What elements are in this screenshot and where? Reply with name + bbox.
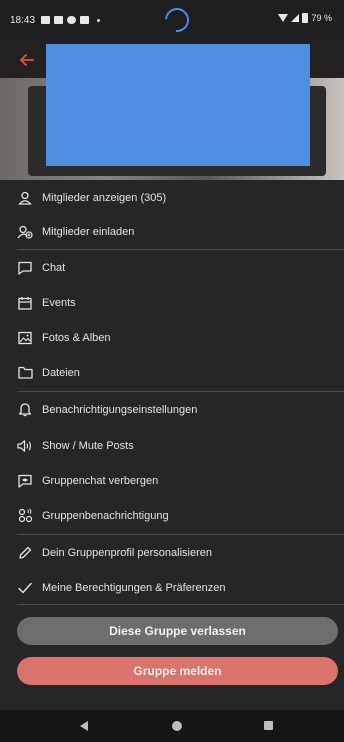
person-icon bbox=[17, 190, 33, 206]
report-group-button[interactable]: Gruppe melden bbox=[17, 657, 338, 685]
chat-icon bbox=[17, 260, 33, 276]
divider bbox=[17, 604, 344, 605]
check-icon bbox=[17, 580, 33, 596]
battery-percent: 79 % bbox=[311, 13, 332, 23]
nav-recents-icon[interactable] bbox=[264, 721, 273, 730]
news-icon bbox=[54, 16, 64, 24]
group-options-sheet: Mitglieder anzeigen (305) Mitglieder ein… bbox=[0, 180, 344, 710]
menu-item-label: Events bbox=[42, 296, 76, 309]
leave-group-button[interactable]: Diese Gruppe verlassen bbox=[17, 617, 338, 645]
nav-home-icon[interactable] bbox=[172, 721, 182, 731]
menu-item-label: Meine Berechtigungen & Präferenzen bbox=[42, 581, 226, 594]
car-icon bbox=[41, 16, 51, 24]
menu-item-personalize-profile[interactable]: Dein Gruppenprofil personalisieren bbox=[0, 535, 344, 570]
battery-icon bbox=[302, 13, 309, 23]
pencil-icon bbox=[17, 545, 33, 561]
loading-spinner-icon bbox=[160, 3, 194, 37]
folder-icon bbox=[17, 365, 33, 381]
menu-item-group-notification[interactable]: Gruppenbenachrichtigung bbox=[0, 498, 344, 533]
signal-icon bbox=[291, 14, 300, 22]
bell-icon bbox=[17, 402, 33, 418]
status-bar: 18:43 79 % bbox=[0, 0, 344, 40]
menu-item-notification-settings[interactable]: Benachrichtigungseinstellungen bbox=[0, 392, 344, 427]
menu-item-label: Dein Gruppenprofil personalisieren bbox=[42, 546, 212, 559]
menu-item-label: Mitglieder einladen bbox=[42, 225, 135, 238]
nav-back-icon[interactable] bbox=[80, 721, 88, 731]
add-person-icon bbox=[17, 224, 33, 240]
menu-item-label: Benachrichtigungseinstellungen bbox=[42, 403, 198, 416]
back-button[interactable] bbox=[17, 50, 37, 70]
menu-item-show-members[interactable]: Mitglieder anzeigen (305) bbox=[0, 180, 344, 215]
status-right: 79 % bbox=[278, 13, 332, 23]
calendar-icon bbox=[17, 295, 33, 311]
menu-item-label: Dateien bbox=[42, 366, 80, 379]
chat-hide-icon bbox=[17, 473, 33, 489]
video-icon bbox=[80, 16, 90, 24]
menu-item-permissions-preferences[interactable]: Meine Berechtigungen & Präferenzen bbox=[0, 570, 344, 605]
menu-item-label: Fotos & Alben bbox=[42, 331, 111, 344]
menu-item-invite-members[interactable]: Mitglieder einladen bbox=[0, 214, 344, 249]
menu-item-label: Gruppenchat verbergen bbox=[42, 474, 159, 487]
more-dot-icon bbox=[97, 18, 101, 22]
facebook-icon bbox=[67, 16, 77, 24]
notification-icons bbox=[41, 16, 101, 24]
speaker-icon bbox=[17, 438, 33, 454]
menu-item-label: Chat bbox=[42, 261, 66, 274]
image-icon bbox=[17, 330, 33, 346]
menu-item-chat[interactable]: Chat bbox=[0, 250, 344, 285]
menu-item-files[interactable]: Dateien bbox=[0, 355, 344, 390]
menu-item-label: Show / Mute Posts bbox=[42, 439, 134, 452]
status-time: 18:43 bbox=[10, 14, 36, 26]
wifi-icon bbox=[278, 14, 289, 22]
menu-item-hide-group-chat[interactable]: Gruppenchat verbergen bbox=[0, 463, 344, 498]
menu-item-label: Mitglieder anzeigen (305) bbox=[42, 191, 167, 204]
arrow-left-icon bbox=[20, 54, 34, 66]
menu-item-photos-albums[interactable]: Fotos & Alben bbox=[0, 320, 344, 355]
menu-item-show-mute-posts[interactable]: Show / Mute Posts bbox=[0, 428, 344, 463]
redacted-overlay bbox=[46, 44, 310, 166]
menu-item-label: Gruppenbenachrichtigung bbox=[42, 509, 169, 522]
system-nav-bar bbox=[0, 710, 344, 742]
menu-item-events[interactable]: Events bbox=[0, 285, 344, 320]
group-cover bbox=[0, 40, 344, 180]
group-notify-icon bbox=[17, 508, 33, 524]
